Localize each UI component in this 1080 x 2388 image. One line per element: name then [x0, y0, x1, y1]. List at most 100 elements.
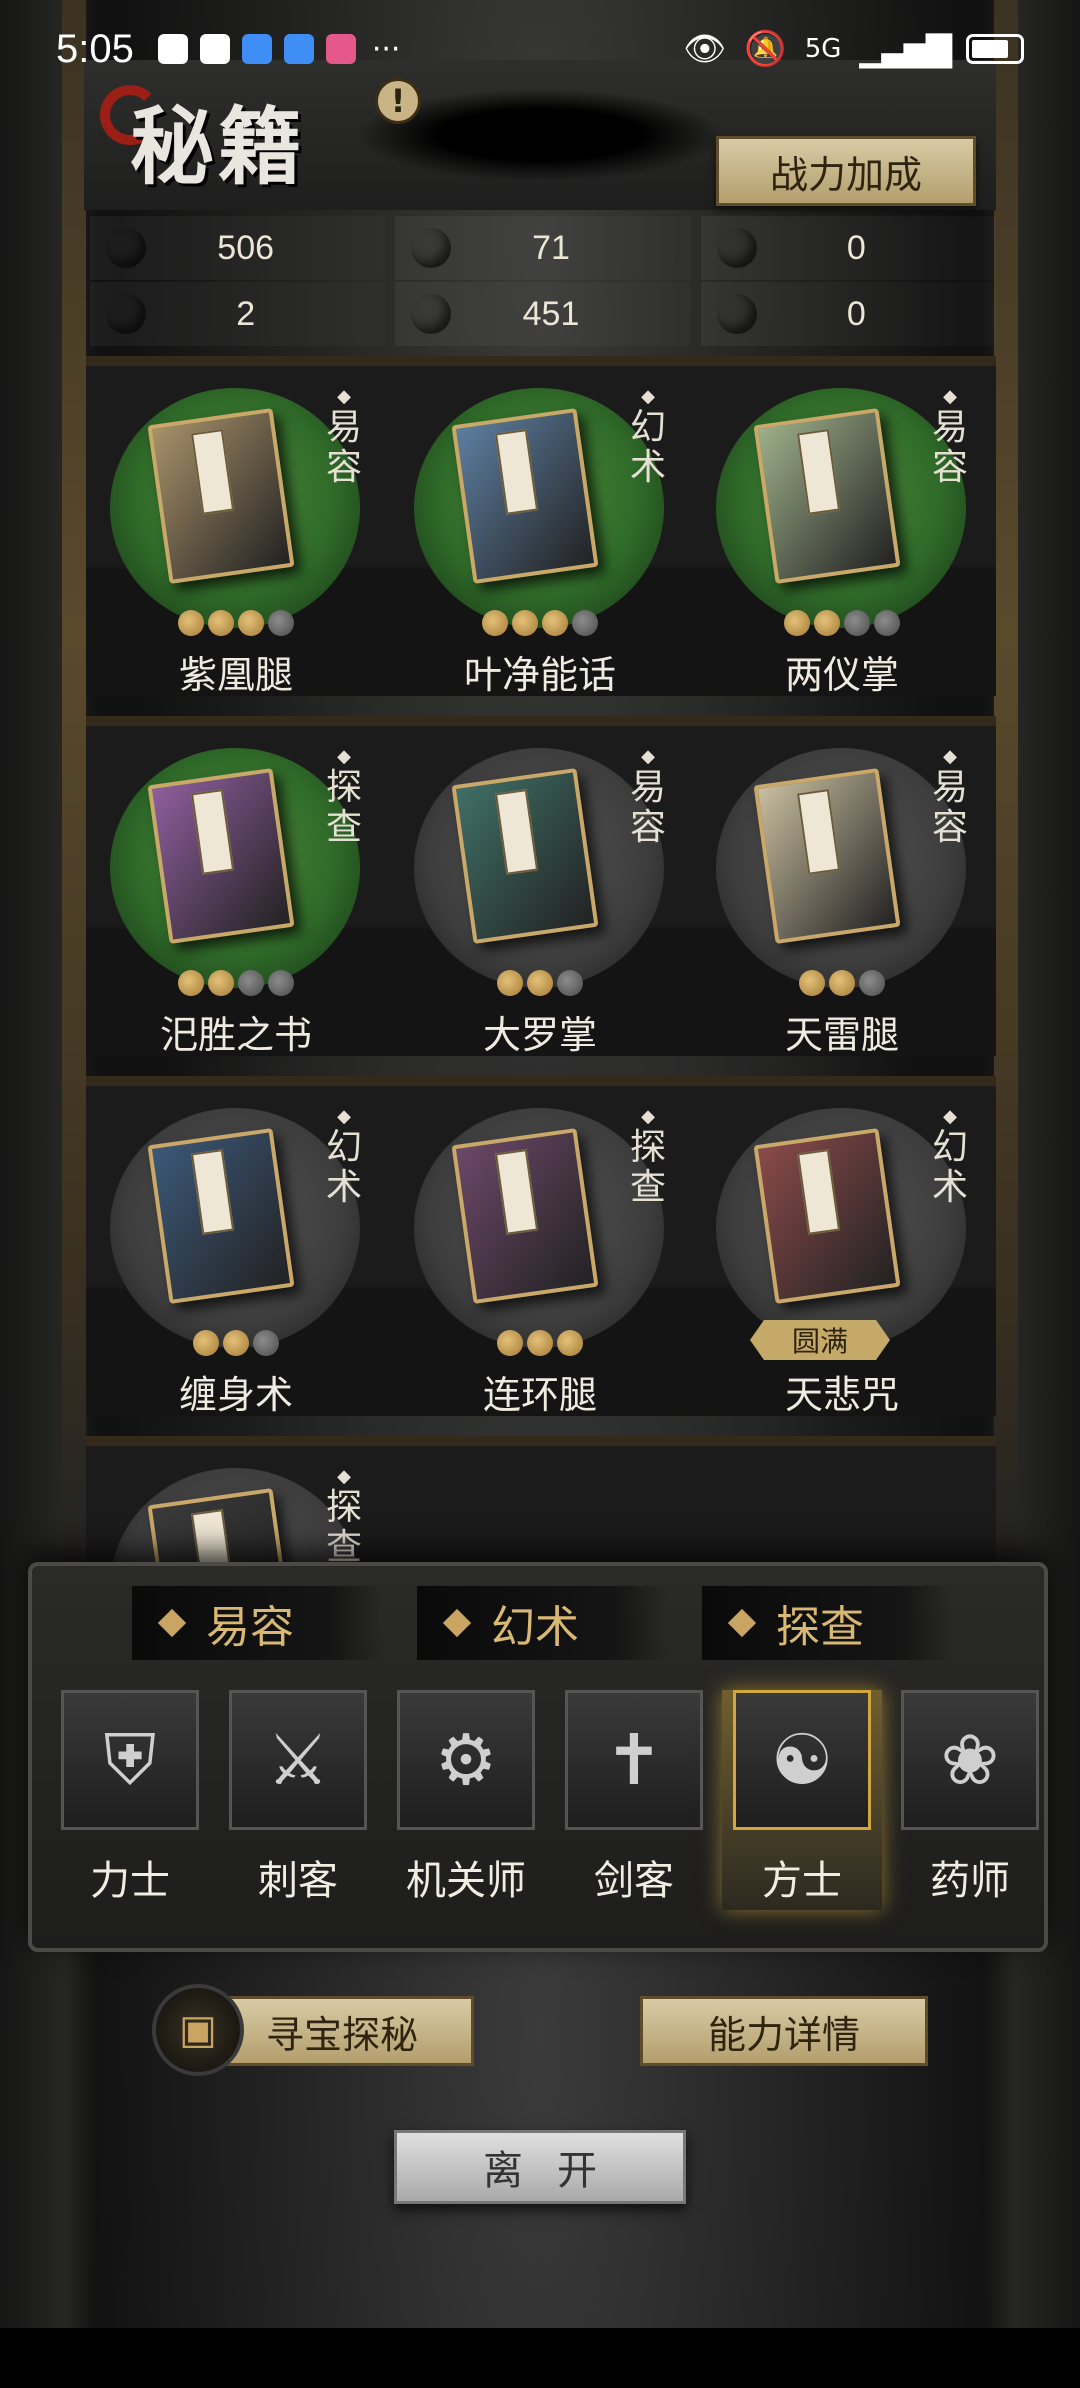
book-name: 大罗掌: [482, 1013, 597, 1057]
class-tab[interactable]: ⚔ 刺客: [218, 1690, 378, 1910]
book-type-label: 易容: [931, 407, 968, 488]
leave-button[interactable]: 离开: [394, 2130, 686, 2204]
rank-filled-icon: [799, 970, 825, 996]
book-type-label: 探查: [325, 1487, 362, 1567]
book-rank: [390, 1330, 690, 1356]
book-card[interactable]: ◆ 幻术 圆满 天悲咒: [692, 1086, 992, 1426]
class-tab[interactable]: ⚙ 机关师: [386, 1690, 546, 1910]
complete-badge: 圆满: [750, 1320, 890, 1360]
category-label: 易容: [206, 1602, 294, 1653]
book-type-label: 探查: [325, 767, 362, 848]
rank-filled-icon: [178, 610, 204, 636]
book-type-tag: ◆ 幻术: [928, 1106, 972, 1208]
book-card[interactable]: ◆ 探查 汜胜之书: [86, 726, 386, 1066]
rank-empty-icon: [557, 970, 583, 996]
diamond-icon: [727, 1608, 757, 1638]
book-card[interactable]: ◆ 探查: [86, 1446, 386, 1566]
book-card[interactable]: ◆ 幻术 缠身术: [86, 1086, 386, 1426]
diamond-icon: ◆: [337, 1106, 351, 1127]
class-tab[interactable]: ❀ 药师: [890, 1690, 1050, 1910]
book-type-tag: ◆ 探查: [626, 1106, 670, 1208]
book-rank: [692, 970, 992, 996]
right-pillar: [994, 0, 1018, 1580]
book-type-tag: ◆ 探查: [322, 1466, 366, 1566]
book-type-tag: ◆ 幻术: [626, 386, 670, 488]
book-card[interactable]: ◆ 易容两仪掌: [692, 366, 992, 706]
book-rank: [86, 1330, 386, 1356]
resource-value: 506: [217, 228, 275, 267]
treasure-hunt-button[interactable]: 寻宝探秘: [210, 1996, 474, 2066]
class-panel: 易容 幻术 探查 ⛨ 力士 ⚔ 刺客 ⚙ 机关师 ✝ 剑客 ☯ 方士 ❀ 药师: [28, 1562, 1048, 1952]
more-notifications-icon: ···: [371, 31, 401, 67]
rank-filled-icon: [512, 610, 538, 636]
rank-filled-icon: [238, 610, 264, 636]
sword-icon: ✝: [565, 1690, 703, 1830]
resource-item: 0: [700, 216, 996, 280]
class-label: 机关师: [406, 1858, 526, 1904]
book-card[interactable]: ◆ 易容 大罗掌: [390, 726, 690, 1066]
rank-filled-icon: [497, 1330, 523, 1356]
rank-empty-icon: [572, 610, 598, 636]
mail-icon: [157, 34, 188, 64]
class-tab[interactable]: ☯ 方士: [722, 1690, 882, 1910]
treasure-chest-icon[interactable]: ▣: [152, 1984, 244, 2076]
category-label: 探查: [776, 1602, 864, 1653]
book-card[interactable]: ◆ 探查 连环腿: [390, 1086, 690, 1426]
rank-empty-icon: [268, 970, 294, 996]
book-card[interactable]: ◆ 幻术叶净能话: [390, 366, 690, 706]
book-rank: [692, 610, 992, 636]
resource-value: 0: [846, 294, 866, 333]
book-type-tag: ◆ 幻术: [322, 1106, 366, 1208]
book-name: 两仪掌: [784, 653, 899, 697]
wifi-icon: 5G: [805, 34, 842, 64]
rank-empty-icon: [859, 970, 885, 996]
rank-empty-icon: [844, 610, 870, 636]
power-bonus-button[interactable]: 战力加成: [716, 136, 976, 206]
blue-orb-icon: [717, 228, 757, 268]
blade-icon: ⚔: [229, 1690, 367, 1830]
status-bar: 5:05 ··· 👁 🔕 5G ▁▃▅▇: [0, 0, 1080, 98]
book-type-tag: ◆ 探查: [322, 746, 366, 848]
category-label: 幻术: [491, 1602, 579, 1653]
book-type-label: 幻术: [325, 1127, 362, 1208]
rank-filled-icon: [208, 970, 234, 996]
diamond-icon: ◆: [943, 386, 957, 407]
diamond-icon: ◆: [943, 746, 957, 767]
book-grid[interactable]: ◆ 易容 紫凰腿 ◆ 幻术 叶净能话 ◆ 易容 两仪掌 ◆ 探查 汜胜之书 ◆ 易容 大罗掌 ◆ 易容 天雷腿 ◆ 幻…: [86, 356, 996, 1566]
category-tab-illusion[interactable]: 幻术: [417, 1586, 667, 1660]
book-rank: [390, 970, 690, 996]
resource-value: 451: [522, 294, 580, 333]
category-tab-disguise[interactable]: 易容: [132, 1586, 382, 1660]
book-card[interactable]: ◆ 易容天雷腿: [692, 726, 992, 1066]
diamond-icon: ◆: [337, 386, 351, 407]
rank-filled-icon: [814, 610, 840, 636]
book-type-label: 易容: [931, 767, 968, 848]
mail-icon: [199, 34, 230, 64]
battery-icon: [966, 34, 1024, 64]
rank-filled-icon: [223, 1330, 249, 1356]
diamond-icon: ◆: [641, 386, 655, 407]
bell-off-icon: 🔕: [744, 29, 787, 69]
category-tab-investigate[interactable]: 探查: [702, 1586, 952, 1660]
book-name: 叶净能话: [463, 653, 616, 697]
resource-item: 0: [700, 282, 996, 346]
class-label: 方士: [762, 1858, 842, 1904]
ability-details-button[interactable]: 能力详情: [640, 1996, 928, 2066]
book-type-label: 幻术: [931, 1127, 968, 1208]
browser-icon: [283, 34, 314, 64]
rank-filled-icon: [557, 1330, 583, 1356]
class-tab[interactable]: ⛨ 力士: [50, 1690, 210, 1910]
resource-item: 71: [395, 216, 691, 280]
book-cover-icon: [451, 1128, 599, 1304]
app-icon: [325, 34, 356, 64]
system-nav-bar: [0, 2328, 1080, 2388]
rank-filled-icon: [178, 970, 204, 996]
book-card[interactable]: ◆ 易容 紫凰腿: [86, 366, 386, 706]
book-cover-icon: [147, 1128, 295, 1304]
red-orb-icon: [717, 294, 757, 334]
book-name: 天雷腿: [784, 1013, 899, 1057]
eye-icon: 👁: [683, 29, 727, 69]
class-tab[interactable]: ✝ 剑客: [554, 1690, 714, 1910]
book-type-label: 幻术: [629, 407, 666, 488]
left-pillar: [62, 0, 86, 1580]
